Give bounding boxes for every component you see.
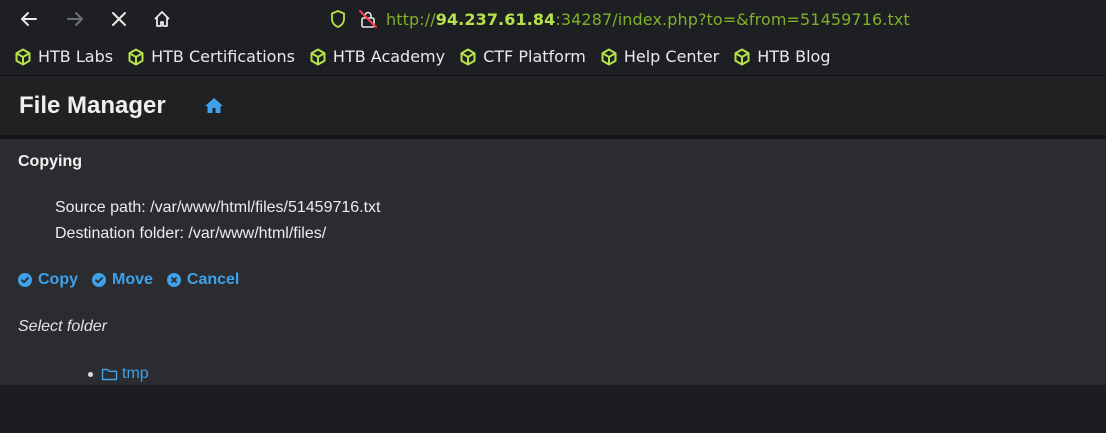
address-bar[interactable]: http://94.237.61.84:34287/index.php?to=&…	[326, 0, 910, 38]
destination-folder-text: Destination folder: /var/www/html/files/	[55, 225, 327, 242]
browser-toolbar: http://94.237.61.84:34287/index.php?to=&…	[0, 0, 1106, 38]
htb-cube-icon	[460, 48, 476, 65]
page-bottom	[0, 385, 1106, 429]
home-icon[interactable]	[204, 97, 224, 114]
url-text[interactable]: http://94.237.61.84:34287/index.php?to=&…	[386, 10, 910, 29]
folder-link-tmp[interactable]: tmp	[101, 365, 149, 383]
htb-cube-icon	[310, 48, 326, 65]
forward-arrow-icon[interactable]	[60, 4, 90, 34]
htb-cube-icon	[15, 48, 31, 65]
insecure-lock-icon[interactable]	[356, 7, 380, 31]
copy-panel: Copying Source path: /var/www/html/files…	[0, 139, 1106, 385]
check-circle-icon	[92, 273, 106, 287]
select-folder-label: Select folder	[18, 318, 107, 335]
list-item: tmp	[88, 365, 149, 383]
check-circle-icon	[18, 273, 32, 287]
move-button[interactable]: Move	[92, 271, 153, 289]
bookmark-label: HTB Blog	[757, 47, 831, 66]
bookmark-htb-certifications[interactable]: HTB Certifications	[127, 47, 295, 66]
section-heading: Copying	[18, 153, 82, 170]
bookmark-htb-blog[interactable]: HTB Blog	[733, 47, 830, 66]
tracking-protection-shield-icon[interactable]	[326, 7, 350, 31]
list-bullet	[88, 371, 93, 377]
source-path-text: Source path: /var/www/html/files/5145971…	[55, 199, 381, 216]
page-title: File Manager	[19, 91, 166, 119]
back-arrow-icon[interactable]	[14, 4, 44, 34]
bookmark-label: Help Center	[623, 47, 720, 66]
bookmark-help-center[interactable]: Help Center	[600, 47, 719, 66]
bookmark-htb-labs[interactable]: HTB Labs	[14, 47, 113, 66]
cancel-label: Cancel	[186, 271, 240, 288]
htb-cube-icon	[601, 48, 617, 65]
action-bar: Copy Move Cancel	[18, 271, 253, 289]
htb-cube-icon	[128, 48, 144, 65]
copy-button[interactable]: Copy	[18, 271, 78, 289]
bookmark-label: HTB Certifications	[151, 47, 295, 66]
folder-name: tmp	[122, 365, 149, 382]
htb-cube-icon	[734, 48, 750, 65]
bookmark-htb-academy[interactable]: HTB Academy	[309, 47, 445, 66]
folder-icon	[101, 368, 118, 381]
bookmark-ctf-platform[interactable]: CTF Platform	[459, 47, 586, 66]
move-label: Move	[112, 271, 153, 288]
app-header: File Manager	[0, 76, 1106, 139]
bookmarks-bar: HTB Labs HTB Certifications HTB Academy …	[0, 38, 1106, 76]
cancel-button[interactable]: Cancel	[166, 271, 240, 289]
stop-loading-icon[interactable]	[104, 4, 134, 34]
home-icon[interactable]	[147, 4, 177, 34]
copy-label: Copy	[38, 271, 78, 288]
bookmark-label: CTF Platform	[483, 47, 586, 66]
bookmark-label: HTB Labs	[38, 47, 114, 66]
cross-circle-icon	[166, 273, 181, 287]
bookmark-label: HTB Academy	[332, 47, 446, 66]
